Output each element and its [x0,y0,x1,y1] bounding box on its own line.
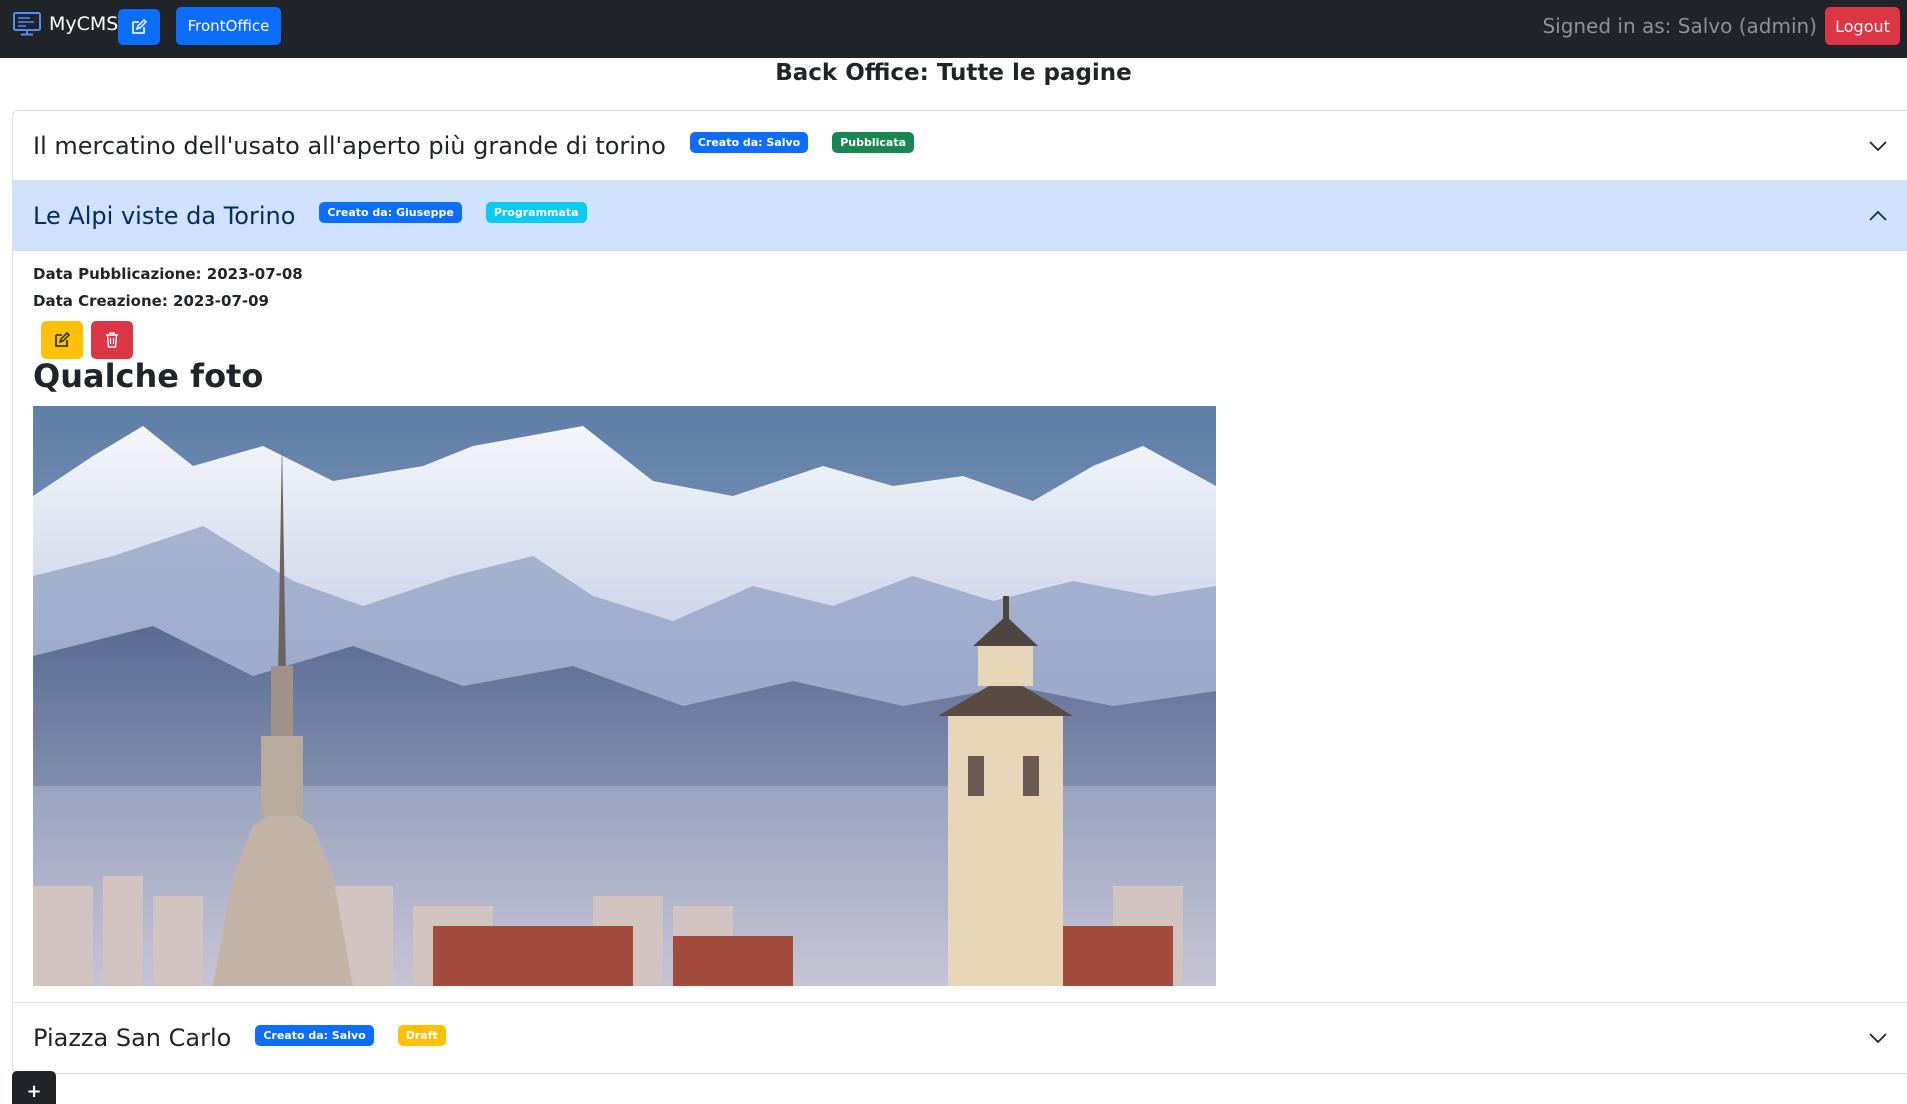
logout-button[interactable]: Logout [1825,7,1900,45]
edit-mode-button[interactable] [118,9,160,45]
add-page-button[interactable]: + [12,1071,56,1104]
brand-name: MyCMS [49,13,119,35]
pencil-square-icon [132,19,147,34]
page-title-text: Le Alpi viste da Torino [33,201,296,230]
trash-icon [106,332,118,348]
top-navbar: MyCMS FrontOffice Signed in as: Salvo (a… [0,0,1907,58]
signed-in-text: Signed in as: Salvo (admin) [1542,14,1817,38]
publication-date: Data Pubblicazione: 2023-07-08 [33,265,303,283]
chevron-up-icon[interactable] [1867,205,1889,227]
accordion-header-page-2[interactable]: Le Alpi viste da Torino Creato da: Giuse… [13,181,1907,251]
page-title-text: Piazza San Carlo [33,1024,232,1052]
accordion-header-page-3[interactable]: Piazza San Carlo Creato da: Salvo Draft [13,1003,1907,1073]
author-badge: Creato da: Salvo [689,132,809,153]
pencil-square-icon [55,332,70,347]
chevron-down-icon[interactable] [1867,135,1889,157]
accordion-header-page-1[interactable]: Il mercatino dell'usato all'aperto più g… [13,111,1907,181]
page-title-text: Il mercatino dell'usato all'aperto più g… [33,131,666,160]
accordion-body-page-2: Data Pubblicazione: 2023-07-08 Data Crea… [13,251,1907,1003]
pages-accordion: Il mercatino dell'usato all'aperto più g… [12,110,1907,1074]
status-badge: Pubblicata [832,132,915,153]
frontoffice-button[interactable]: FrontOffice [176,7,281,45]
content-heading: Qualche foto [33,357,264,395]
chevron-down-icon[interactable] [1867,1027,1889,1049]
author-badge: Creato da: Giuseppe [319,202,462,223]
status-badge: Draft [397,1024,446,1046]
alps-turin-photo [33,406,1216,986]
delete-page-button[interactable] [91,321,133,359]
brand-link[interactable]: MyCMS [12,9,118,39]
edit-page-button[interactable] [41,321,83,359]
author-badge: Creato da: Salvo [255,1024,374,1046]
monitor-icon [13,12,41,36]
status-badge: Programmata [485,202,587,223]
creation-date: Data Creazione: 2023-07-09 [33,292,269,310]
page-title: Back Office: Tutte le pagine [775,60,1132,86]
